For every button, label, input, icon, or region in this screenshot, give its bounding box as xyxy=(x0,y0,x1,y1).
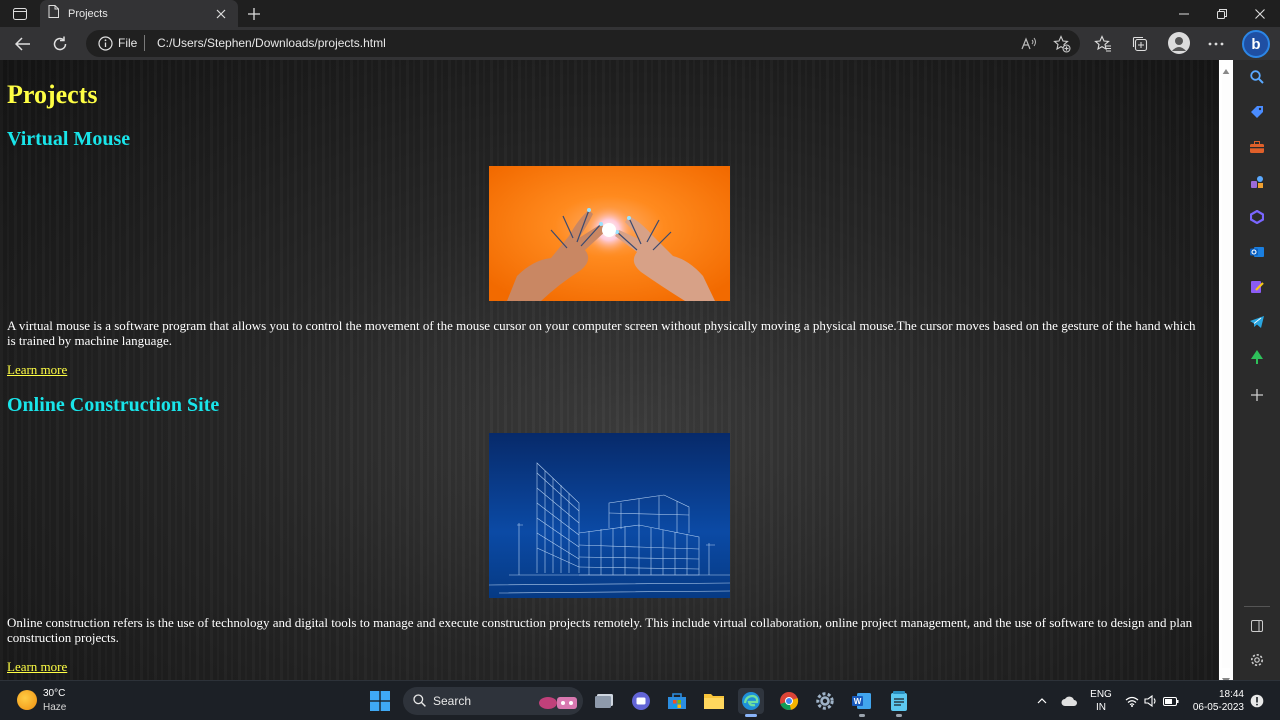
address-url[interactable]: C:/Users/Stephen/Downloads/projects.html xyxy=(157,36,386,50)
address-scheme-label: File xyxy=(118,36,138,50)
project-description-virtual-mouse: A virtual mouse is a software program th… xyxy=(7,318,1196,348)
shopping-tag-icon[interactable] xyxy=(1246,101,1268,123)
clock-time: 18:44 xyxy=(1218,689,1244,700)
close-window-icon[interactable] xyxy=(1241,0,1279,27)
games-icon[interactable] xyxy=(1246,171,1268,193)
outlook-icon[interactable] xyxy=(1246,241,1268,263)
language-code: ENG xyxy=(1090,689,1112,700)
battery-icon[interactable] xyxy=(1161,689,1181,713)
input-language-indicator[interactable]: ENG IN xyxy=(1088,688,1114,714)
windows-start-icon[interactable] xyxy=(367,688,393,714)
bing-chat-icon[interactable]: b xyxy=(1242,30,1270,58)
page-viewport: Projects Virtual Mouse A virtual mouse i… xyxy=(0,60,1219,680)
edge-active-indicator xyxy=(745,714,757,717)
online-construction-image xyxy=(489,433,730,598)
more-options-icon[interactable] xyxy=(1203,31,1229,57)
word-running-indicator xyxy=(859,714,865,717)
back-arrow-icon[interactable] xyxy=(10,31,36,57)
sidebar-settings-icon[interactable] xyxy=(1246,649,1268,671)
system-clock[interactable]: 18:44 06-05-2023 xyxy=(1186,688,1244,714)
weather-description[interactable]: Haze xyxy=(43,702,66,713)
read-aloud-icon[interactable] xyxy=(1020,34,1040,54)
refresh-icon[interactable] xyxy=(47,31,73,57)
notepad-icon[interactable] xyxy=(886,688,912,714)
new-tab-button[interactable] xyxy=(244,4,264,24)
learn-more-link-online-construction[interactable]: Learn more xyxy=(7,659,67,675)
task-view-icon[interactable] xyxy=(592,688,618,714)
add-favorite-icon[interactable] xyxy=(1052,34,1072,54)
teams-chat-icon[interactable] xyxy=(628,688,654,714)
svg-text:W: W xyxy=(854,697,862,706)
volume-icon[interactable] xyxy=(1141,689,1161,713)
weather-temperature[interactable]: 30°C xyxy=(43,688,65,699)
microsoft-365-icon[interactable] xyxy=(1246,206,1268,228)
virtual-mouse-image xyxy=(489,166,730,301)
restore-icon[interactable] xyxy=(1203,0,1241,27)
project-title-virtual-mouse: Virtual Mouse xyxy=(7,128,131,150)
tab-strip: Projects xyxy=(0,0,1280,27)
page-scrollbar[interactable] xyxy=(1219,60,1233,684)
page-title: Projects xyxy=(7,80,98,109)
project-description-online-construction: Online construction refers is the use of… xyxy=(7,615,1193,645)
browser-toolbar: File C:/Users/Stephen/Downloads/projects… xyxy=(0,27,1280,60)
tree-icon[interactable] xyxy=(1246,346,1268,368)
microsoft-store-icon[interactable] xyxy=(664,688,690,714)
favorites-icon[interactable] xyxy=(1090,31,1116,57)
taskbar-search-box[interactable]: Search xyxy=(403,687,583,715)
designer-icon[interactable] xyxy=(1246,276,1268,298)
address-bar[interactable]: File C:/Users/Stephen/Downloads/projects… xyxy=(86,30,1080,57)
address-separator xyxy=(144,35,145,51)
project-title-online-construction: Online Construction Site xyxy=(7,394,220,416)
edge-sidebar xyxy=(1233,60,1280,680)
word-icon[interactable]: W xyxy=(849,688,875,714)
clock-date: 06-05-2023 xyxy=(1192,702,1244,713)
tools-icon[interactable] xyxy=(1246,136,1268,158)
collections-icon[interactable] xyxy=(1127,31,1153,57)
onedrive-cloud-icon[interactable] xyxy=(1059,689,1079,713)
notification-info-icon[interactable] xyxy=(1247,689,1267,713)
wifi-icon[interactable] xyxy=(1122,689,1142,713)
notepad-running-indicator xyxy=(896,714,902,717)
tab-title: Projects xyxy=(68,7,108,20)
file-explorer-icon[interactable] xyxy=(701,688,727,714)
weather-haze-icon[interactable] xyxy=(17,690,37,710)
search-highlight-icon xyxy=(537,691,581,716)
windows-taskbar: 30°C Haze Search W ENG IN 18:44 06-05-20… xyxy=(0,680,1280,720)
settings-gear-icon[interactable] xyxy=(812,688,838,714)
show-hidden-icons-chevron-up-icon[interactable] xyxy=(1032,689,1052,713)
taskbar-search-label: Search xyxy=(433,694,472,708)
scrollbar-thumb[interactable] xyxy=(1222,74,1230,668)
minimize-icon[interactable] xyxy=(1165,0,1203,27)
learn-more-link-virtual-mouse[interactable]: Learn more xyxy=(7,362,67,378)
add-sidebar-app-icon[interactable] xyxy=(1246,384,1268,406)
browser-tab-projects[interactable]: Projects xyxy=(40,0,238,27)
tab-actions-menu-icon[interactable] xyxy=(8,4,32,24)
telegram-icon[interactable] xyxy=(1246,311,1268,333)
region-code: IN xyxy=(1096,702,1106,713)
profile-avatar-icon[interactable] xyxy=(1168,32,1190,54)
document-icon xyxy=(48,4,59,23)
edge-taskbar-icon[interactable] xyxy=(738,688,764,714)
hide-sidebar-icon[interactable] xyxy=(1246,615,1268,637)
search-icon[interactable] xyxy=(1246,66,1268,88)
info-icon[interactable] xyxy=(98,36,113,51)
chrome-icon[interactable] xyxy=(776,688,802,714)
taskbar-search-icon xyxy=(413,694,426,712)
tab-close-icon[interactable] xyxy=(212,5,230,23)
sidebar-separator xyxy=(1244,606,1270,607)
